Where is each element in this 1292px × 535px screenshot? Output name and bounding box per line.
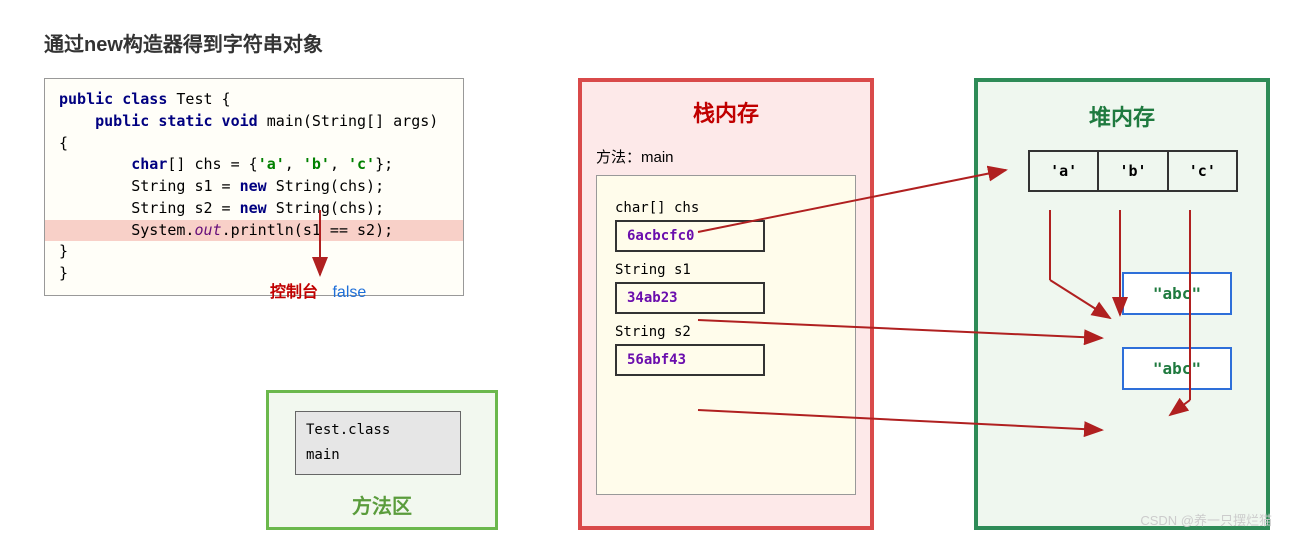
console-label: 控制台 [270,284,318,301]
stack-title: 栈内存 [596,96,856,128]
var-addr: 56abf43 [615,344,765,376]
kw: new [240,199,267,217]
code-text: , [330,155,348,173]
char-cell: 'c' [1169,152,1236,190]
field: out [194,221,221,239]
code-text: System. [131,221,194,239]
code-text: }; [375,155,393,173]
code-text: [] chs = { [167,155,257,173]
watermark: CSDN @养一只摆烂猫 [1140,510,1272,529]
code-text: } [59,241,449,263]
char-literal: 'a' [258,155,285,173]
page-title: 通过new构造器得到字符串对象 [44,28,323,57]
code-text: } [59,263,449,285]
code-text: String s1 = [131,177,239,195]
code-text: String(chs); [267,177,384,195]
class-box: Test.class main [295,411,461,475]
heap-memory: 堆内存 'a' 'b' 'c' "abc" "abc" [974,78,1270,530]
string-object: "abc" [1122,272,1232,315]
var-label: String s2 [615,324,837,340]
code-text: , [285,155,303,173]
code-block: public class Test { public static void m… [44,78,464,296]
console-value: false [332,284,366,301]
code-text: .println(s1 == s2); [222,221,394,239]
var-label: char[] chs [615,200,837,216]
heap-title: 堆内存 [992,100,1252,132]
method-name: main [306,443,450,468]
kw: char [131,155,167,173]
var-label: String s1 [615,262,837,278]
string-object: "abc" [1122,347,1232,390]
method-area-title: 方法区 [269,490,495,519]
char-literal: 'b' [303,155,330,173]
stack-frame: char[] chs 6acbcfc0 String s1 34ab23 Str… [596,175,856,495]
code-text: Test { [167,90,230,108]
class-name: Test.class [306,418,450,443]
var-addr: 34ab23 [615,282,765,314]
char-array: 'a' 'b' 'c' [1028,150,1238,192]
kw: public static void [95,112,258,130]
console-output: 控制台 false [270,278,366,302]
method-area: Test.class main 方法区 [266,390,498,530]
method-label: 方法：main [596,146,856,167]
stack-memory: 栈内存 方法：main char[] chs 6acbcfc0 String s… [578,78,874,530]
kw: new [240,177,267,195]
code-text: String(chs); [267,199,384,217]
kw: public class [59,90,167,108]
char-cell: 'a' [1030,152,1099,190]
var-addr: 6acbcfc0 [615,220,765,252]
char-cell: 'b' [1099,152,1168,190]
char-literal: 'c' [348,155,375,173]
code-text: String s2 = [131,199,239,217]
